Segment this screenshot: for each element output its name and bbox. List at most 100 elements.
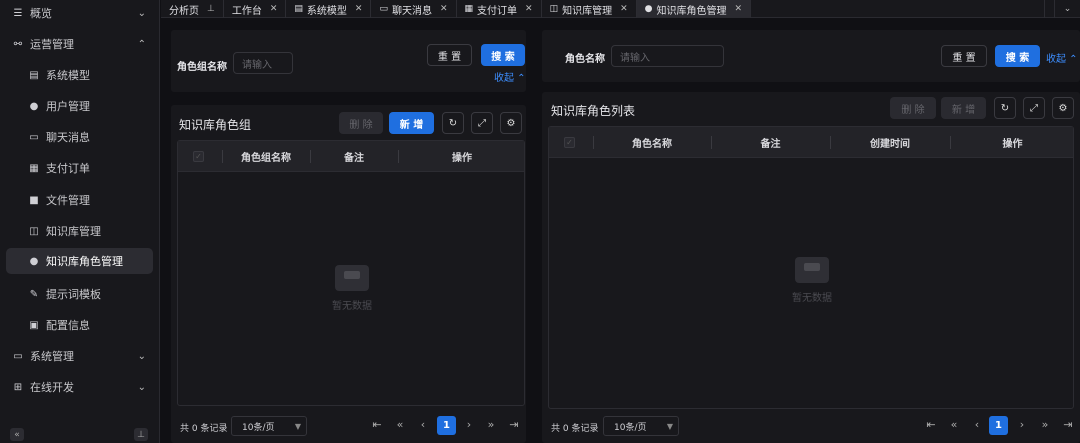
sidebar-item-system-management[interactable]: ▭ 系统管理 ⌄ <box>0 343 160 369</box>
tab-payment-orders[interactable]: ▦ 支付订单 ✕ <box>457 0 542 18</box>
column-header-remark[interactable]: 备注 <box>310 141 398 172</box>
chevron-down-icon: ⌄ <box>137 7 146 19</box>
fullscreen-icon[interactable]: ⤢ <box>1023 97 1045 119</box>
operations-icon: ⚯ <box>13 38 23 50</box>
next-page-icon[interactable]: › <box>462 418 476 431</box>
payment-icon: ▦ <box>464 4 474 14</box>
list-icon: ▤ <box>29 69 39 81</box>
chevron-down-icon: ⌄ <box>137 381 146 393</box>
left-search-button[interactable]: 搜 索 <box>481 44 525 66</box>
last-page-icon[interactable]: ⇥ <box>1061 418 1075 431</box>
column-header-actions[interactable]: 操作 <box>950 127 1075 158</box>
right-empty-state: 暂无数据 <box>772 257 852 304</box>
left-page-size-select[interactable]: 10条/页 ▼ <box>231 416 307 436</box>
book-icon: ◫ <box>549 4 559 14</box>
next-group-icon[interactable]: » <box>1038 418 1052 431</box>
right-delete-button[interactable]: 删 除 <box>890 97 936 119</box>
column-header-role-name[interactable]: 角色名称 <box>593 127 711 158</box>
left-add-button[interactable]: 新 增 <box>389 112 434 134</box>
column-header-remark[interactable]: 备注 <box>711 127 830 158</box>
current-page-button[interactable]: 1 <box>989 416 1008 435</box>
close-icon[interactable]: ✕ <box>440 4 448 14</box>
tab-knowledge-base[interactable]: ◫ 知识库管理 ✕ <box>542 0 637 18</box>
chevron-down-icon[interactable]: ⌄ <box>1054 0 1080 18</box>
prev-group-icon[interactable]: « <box>947 418 961 431</box>
settings-icon[interactable]: ⚙ <box>500 112 522 134</box>
close-icon[interactable]: ✕ <box>735 4 743 14</box>
left-collapse-link[interactable]: 收起 ⌃ <box>494 69 526 84</box>
right-search-button[interactable]: 搜 索 <box>995 45 1040 67</box>
sidebar-item-knowledge-base[interactable]: ◫ 知识库管理 <box>0 218 160 244</box>
sidebar-item-online-dev[interactable]: ⊞ 在线开发 ⌄ <box>0 374 160 400</box>
sidebar-item-overview[interactable]: ☰ 概览 ⌄ <box>0 0 160 26</box>
prev-page-icon[interactable]: ‹ <box>416 418 430 431</box>
sidebar-item-user-management[interactable]: ● 用户管理 <box>0 93 160 119</box>
next-page-icon[interactable]: › <box>1015 418 1029 431</box>
collapse-sidebar-icon[interactable]: « <box>10 428 24 441</box>
right-collapse-link[interactable]: 收起 ⌃ <box>1046 50 1078 65</box>
left-panel-title: 知识库角色组 <box>179 118 252 132</box>
close-icon[interactable]: ✕ <box>525 4 533 14</box>
empty-inbox-icon <box>795 257 829 283</box>
next-group-icon[interactable]: » <box>484 418 498 431</box>
fullscreen-icon[interactable]: ⤢ <box>471 112 493 134</box>
chevron-down-icon: ▼ <box>294 421 301 431</box>
sidebar-item-file-management[interactable]: ■ 文件管理 <box>0 187 160 213</box>
current-page-button[interactable]: 1 <box>437 416 456 435</box>
column-header-created-time[interactable]: 创建时间 <box>830 127 950 158</box>
close-icon[interactable]: ✕ <box>620 4 628 14</box>
right-reset-button[interactable]: 重 置 <box>941 45 987 67</box>
tab-workbench[interactable]: 工作台 ✕ <box>224 0 287 18</box>
sidebar-item-knowledge-role[interactable]: ● 知识库角色管理 <box>6 248 153 274</box>
tab-knowledge-role[interactable]: ● 知识库角色管理 ✕ <box>636 0 752 18</box>
tab-system-model[interactable]: ▤ 系统模型 ✕ <box>286 0 372 18</box>
refresh-icon[interactable]: ↻ <box>442 112 464 134</box>
pin-icon[interactable]: ⊥ <box>207 4 215 14</box>
left-search-label: 角色组名称 <box>177 62 227 73</box>
monitor-icon: ▭ <box>13 350 23 362</box>
sidebar-item-config-info[interactable]: ▣ 配置信息 <box>0 312 160 338</box>
config-icon: ▣ <box>29 319 39 331</box>
left-delete-button[interactable]: 删 除 <box>339 112 383 134</box>
column-header-actions[interactable]: 操作 <box>398 141 526 172</box>
tab-analysis[interactable]: 分析页 ⊥ <box>161 0 224 18</box>
refresh-icon[interactable]: ↻ <box>994 97 1016 119</box>
left-total-records: 共 0 条记录 <box>180 424 228 434</box>
prev-page-icon[interactable]: ‹ <box>970 418 984 431</box>
sidebar-item-system-model[interactable]: ▤ 系统模型 <box>0 62 160 88</box>
sidebar-item-payment-orders[interactable]: ▦ 支付订单 <box>0 155 160 181</box>
sidebar-item-chat-messages[interactable]: ▭ 聊天消息 <box>0 124 160 150</box>
sidebar-item-operations[interactable]: ⚯ 运营管理 ⌃ <box>0 31 160 57</box>
left-reset-button[interactable]: 重 置 <box>427 44 472 66</box>
sidebar-item-prompt-template[interactable]: ✎ 提示词模板 <box>0 281 160 307</box>
right-add-button[interactable]: 新 增 <box>941 97 986 119</box>
right-search-panel: 角色名称 请输入 重 置 搜 索 收起 ⌃ <box>542 30 1080 82</box>
settings-icon[interactable]: ⚙ <box>1052 97 1074 119</box>
left-empty-state: 暂无数据 <box>312 265 392 312</box>
right-table: ✓ 角色名称 备注 创建时间 操作 暂无数据 <box>548 126 1074 409</box>
left-search-input[interactable]: 请输入 <box>233 52 293 74</box>
last-page-icon[interactable]: ⇥ <box>507 418 521 431</box>
chat-icon: ▭ <box>29 131 39 143</box>
first-page-icon[interactable]: ⇤ <box>924 418 938 431</box>
tab-chat-messages[interactable]: ▭ 聊天消息 ✕ <box>371 0 457 18</box>
dev-icon: ⊞ <box>13 381 23 393</box>
menu-icon: ☰ <box>13 7 23 19</box>
right-search-input[interactable]: 请输入 <box>611 45 724 67</box>
folder-icon: ■ <box>29 194 39 206</box>
chat-icon: ▭ <box>379 4 388 14</box>
left-search-panel: 角色组名称 请输入 重 置 搜 索 收起 ⌃ <box>171 30 526 92</box>
select-all-checkbox[interactable]: ✓ <box>193 151 204 162</box>
first-page-icon[interactable]: ⇤ <box>370 418 384 431</box>
prev-group-icon[interactable]: « <box>393 418 407 431</box>
payment-icon: ▦ <box>29 162 39 174</box>
right-total-records: 共 0 条记录 <box>551 424 599 434</box>
close-icon[interactable]: ✕ <box>270 4 278 14</box>
select-all-checkbox[interactable]: ✓ <box>564 137 575 148</box>
sidebar: ☰ 概览 ⌄ ⚯ 运营管理 ⌃ ▤ 系统模型 ● 用户管理 ▭ 聊天消息 ▦ 支… <box>0 0 160 443</box>
column-header-role-group-name[interactable]: 角色组名称 <box>222 141 310 172</box>
list-icon: ▤ <box>294 4 303 14</box>
pin-icon[interactable]: ⊥ <box>134 428 148 441</box>
right-page-size-select[interactable]: 10条/页 ▼ <box>603 416 679 436</box>
close-icon[interactable]: ✕ <box>355 4 363 14</box>
